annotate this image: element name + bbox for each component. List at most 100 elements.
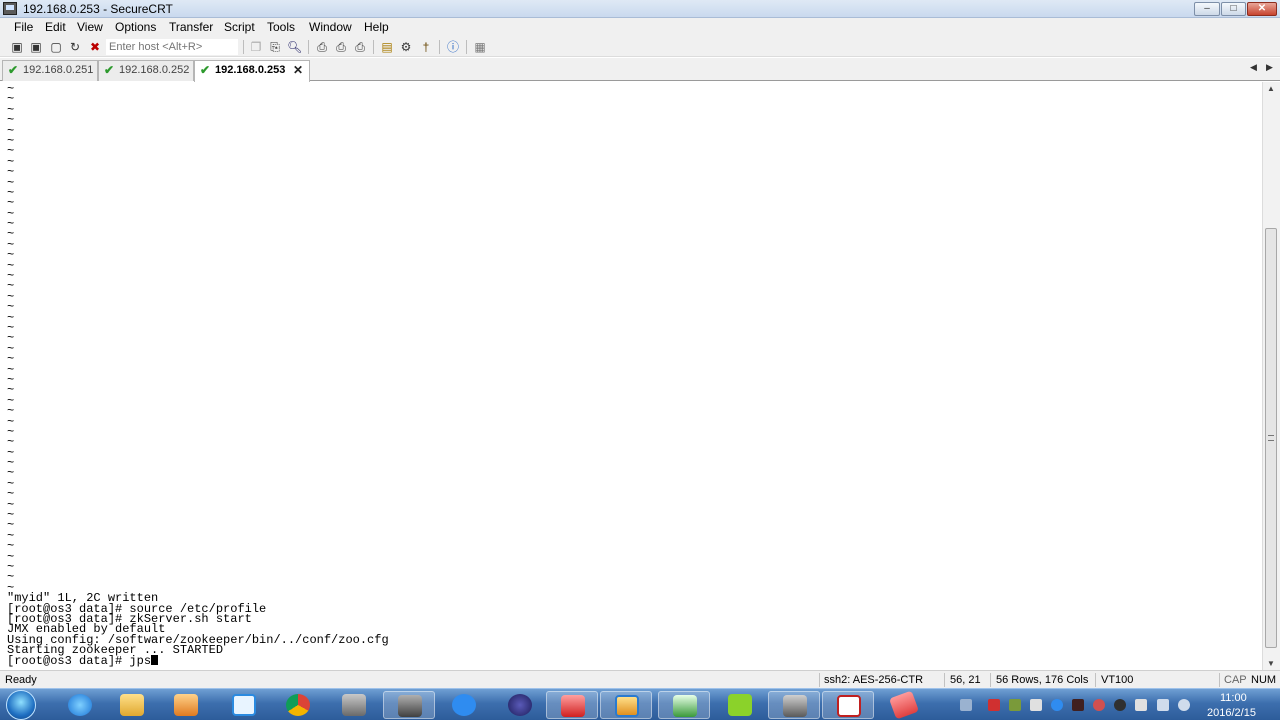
tab-scroll-left-icon[interactable]: ◀ bbox=[1250, 62, 1257, 73]
vi-tilde-line: ~ bbox=[7, 92, 15, 107]
taskbar-app-5[interactable] bbox=[600, 691, 652, 719]
vi-tilde-line: ~ bbox=[7, 289, 15, 304]
print-setup-icon[interactable]: ⎙ bbox=[353, 40, 367, 54]
keypad-icon[interactable]: ▦ bbox=[473, 40, 487, 54]
taskbar-media-player[interactable] bbox=[160, 691, 212, 719]
vi-tilde-line: ~ bbox=[7, 580, 15, 595]
tray-feather-icon[interactable] bbox=[1051, 699, 1063, 711]
toolbar-separator bbox=[373, 40, 374, 54]
global-options-icon[interactable]: ⚙ bbox=[399, 40, 413, 54]
tray-dark-icon[interactable] bbox=[1072, 699, 1084, 711]
terminal-view[interactable]: ~ ~ ~ ~ ~ ~ ~ ~ ~ ~ ~ ~ ~ ~ ~ ~ ~ ~ ~ ~ ~ ~ ~ ~ ~ ~ ~ ~ ~ ~ ~ ~ ~ ~ ~ ~ ~ ~ ~ ~… bbox=[0, 82, 1262, 670]
menu-view[interactable]: View bbox=[77, 20, 103, 34]
copy-icon[interactable]: ❐ bbox=[249, 40, 263, 54]
vertical-scrollbar[interactable]: ▲ ▼ bbox=[1262, 82, 1280, 670]
taskbar-app-8[interactable] bbox=[822, 691, 874, 719]
terminal-line: Starting zookeeper ... STARTED bbox=[7, 643, 224, 658]
toolbox-icon bbox=[561, 695, 585, 717]
vi-tilde-line: ~ bbox=[7, 372, 15, 387]
tray-red-icon[interactable] bbox=[988, 699, 1000, 711]
keymap-icon[interactable]: † bbox=[419, 40, 433, 54]
vi-tilde-line: ~ bbox=[7, 102, 15, 117]
help-icon[interactable]: ⓘ bbox=[446, 40, 460, 54]
connect-tab-icon[interactable]: ▢ bbox=[49, 40, 63, 54]
keyboard-icon[interactable] bbox=[960, 699, 972, 711]
vi-tilde-line: ~ bbox=[7, 476, 15, 491]
taskbar-internet-explorer[interactable] bbox=[54, 691, 106, 719]
eclipse-icon bbox=[508, 694, 532, 716]
menu-transfer[interactable]: Transfer bbox=[169, 20, 213, 34]
tab-session-253[interactable]: ✔ 192.168.0.253 ✕ bbox=[194, 60, 310, 82]
feather-icon bbox=[452, 694, 476, 716]
m-app-icon bbox=[728, 694, 752, 716]
tab-session-252[interactable]: ✔ 192.168.0.252 bbox=[98, 60, 194, 81]
minimize-button[interactable]: – bbox=[1194, 2, 1220, 16]
status-cursor-position: 56, 21 bbox=[950, 674, 981, 686]
print-selection-icon[interactable]: ⎙ bbox=[334, 40, 348, 54]
taskbar-file-explorer[interactable] bbox=[106, 691, 158, 719]
enter-host-input[interactable] bbox=[106, 39, 238, 55]
connected-check-icon: ✔ bbox=[104, 63, 115, 77]
taskbar-app-3[interactable] bbox=[438, 691, 490, 719]
cloud-sync-icon bbox=[232, 694, 256, 716]
status-ready: Ready bbox=[5, 674, 37, 686]
taskbar-app-7[interactable] bbox=[714, 691, 766, 719]
taskbar-app-4[interactable] bbox=[546, 691, 598, 719]
vi-tilde-line: ~ bbox=[7, 185, 15, 200]
taskbar-app-6[interactable] bbox=[658, 691, 710, 719]
windows-taskbar: 11:00 2016/2/15 bbox=[0, 688, 1280, 720]
taskbar-baidu-cloud[interactable] bbox=[218, 691, 270, 719]
vi-tilde-line: ~ bbox=[7, 154, 15, 169]
menu-file[interactable]: File bbox=[14, 20, 33, 34]
menu-options[interactable]: Options bbox=[115, 20, 156, 34]
taskbar-securecrt[interactable] bbox=[768, 691, 820, 719]
session-options-icon[interactable]: ▤ bbox=[380, 40, 394, 54]
print-icon[interactable]: ⎙ bbox=[315, 40, 329, 54]
tab-scroll-right-icon[interactable]: ▶ bbox=[1266, 62, 1273, 73]
taskbar-eclipse[interactable] bbox=[494, 691, 546, 719]
menu-script[interactable]: Script bbox=[224, 20, 255, 34]
menu-window[interactable]: Window bbox=[309, 20, 352, 34]
connect-icon[interactable]: ▣ bbox=[10, 40, 24, 54]
clock-date[interactable]: 2016/2/15 bbox=[1207, 707, 1256, 719]
find-icon[interactable]: 🔍︎ bbox=[287, 40, 302, 54]
tray-grid-icon[interactable] bbox=[1030, 699, 1042, 711]
application-icon bbox=[342, 694, 366, 716]
taskbar-chrome[interactable] bbox=[272, 691, 324, 719]
clock-time[interactable]: 11:00 bbox=[1220, 692, 1247, 704]
tab-session-251[interactable]: ✔ 192.168.0.251 bbox=[2, 60, 98, 81]
paste-icon[interactable]: ⎘ bbox=[268, 40, 282, 54]
vi-tilde-line: ~ bbox=[7, 456, 15, 471]
reconnect-icon[interactable]: ↻ bbox=[68, 40, 82, 54]
terminal-prompt: [root@os3 data]# jps bbox=[7, 654, 152, 669]
vi-tilde-line: ~ bbox=[7, 362, 15, 377]
quick-connect-icon[interactable]: ▣ bbox=[29, 40, 43, 54]
vi-tilde-line: ~ bbox=[7, 539, 15, 554]
scrollbar-thumb[interactable] bbox=[1265, 228, 1277, 648]
tray-bug-icon[interactable] bbox=[1093, 699, 1105, 711]
menu-help[interactable]: Help bbox=[364, 20, 389, 34]
tray-penguin-icon[interactable] bbox=[1114, 699, 1126, 711]
securecrt-app-icon[interactable] bbox=[3, 2, 17, 15]
vi-tilde-line: ~ bbox=[7, 310, 15, 325]
volume-icon[interactable] bbox=[1178, 699, 1190, 711]
taskbar-app-1[interactable] bbox=[328, 691, 380, 719]
menu-tools[interactable]: Tools bbox=[267, 20, 295, 34]
tab-close-icon[interactable]: ✕ bbox=[293, 61, 303, 80]
menu-edit[interactable]: Edit bbox=[45, 20, 66, 34]
taskbar-app-2[interactable] bbox=[383, 691, 435, 719]
disconnect-icon[interactable]: ✖ bbox=[88, 40, 102, 54]
scroll-down-icon[interactable]: ▼ bbox=[1267, 659, 1275, 668]
network-icon[interactable] bbox=[1157, 699, 1169, 711]
toolbar-separator bbox=[439, 40, 440, 54]
start-button[interactable] bbox=[6, 690, 36, 720]
taskbar-app-9[interactable] bbox=[878, 690, 930, 720]
tray-green-icon[interactable] bbox=[1009, 699, 1021, 711]
status-separator bbox=[990, 673, 991, 687]
vi-tilde-line: ~ bbox=[7, 123, 15, 138]
close-button[interactable]: ✕ bbox=[1247, 2, 1277, 16]
scroll-up-icon[interactable]: ▲ bbox=[1267, 84, 1275, 93]
maximize-button[interactable]: □ bbox=[1221, 2, 1246, 16]
tray-antivirus-icon[interactable] bbox=[1135, 699, 1147, 711]
toolbar-separator bbox=[243, 40, 244, 54]
